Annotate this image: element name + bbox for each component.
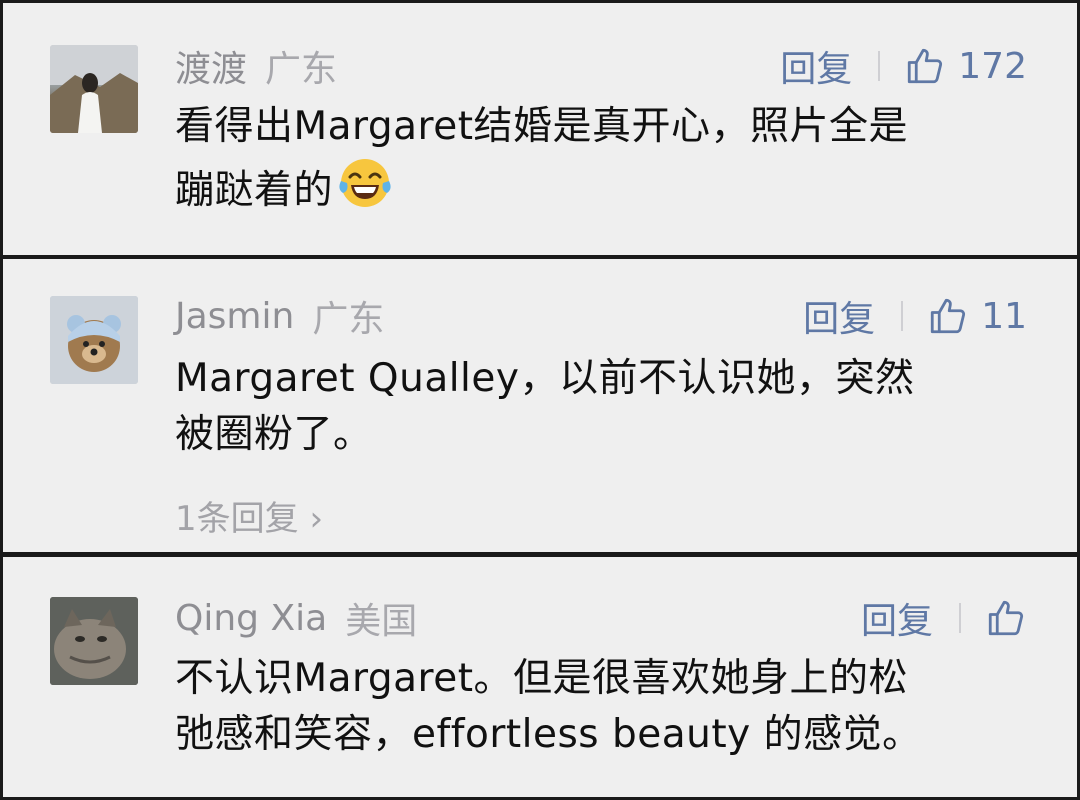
comment-list: 渡渡 广东 回复 172 看得出Margaret结婚是真开心，照片全是 蹦跶着的 xyxy=(0,0,1080,800)
avatar[interactable] xyxy=(50,45,138,133)
comment-text-line: 被圈粉了。 xyxy=(175,412,373,457)
like-button[interactable] xyxy=(985,597,1027,639)
divider xyxy=(959,603,961,633)
comment-text-line: 蹦跶着的 xyxy=(175,155,1035,219)
comment-text-line: 看得出Margaret结婚是真开心，照片全是 xyxy=(175,104,909,149)
like-button[interactable]: 11 xyxy=(927,295,1027,337)
comment-text-line: 不认识Margaret。但是很喜欢她身上的松 xyxy=(175,656,909,701)
reply-button[interactable]: 回复 xyxy=(861,592,933,644)
comment-header: Jasmin 广东 xyxy=(175,291,384,341)
divider xyxy=(878,51,881,81)
divider xyxy=(901,301,904,331)
avatar[interactable] xyxy=(50,597,138,685)
reply-button[interactable]: 回复 xyxy=(780,40,852,92)
comment-item: Qing Xia 美国 回复 不认识Margaret。但是很喜欢她身上的松 弛感… xyxy=(3,557,1077,797)
comment-actions: 回复 11 xyxy=(803,291,1027,341)
comment-text: 看得出Margaret结婚是真开心，照片全是 蹦跶着的 xyxy=(175,99,1035,219)
username[interactable]: Qing Xia xyxy=(175,598,327,639)
location: 广东 xyxy=(312,299,385,340)
avatar[interactable] xyxy=(50,296,138,384)
username[interactable]: Jasmin xyxy=(175,296,294,337)
view-replies-link[interactable]: 1条回复 › xyxy=(175,491,323,540)
comment-actions: 回复 xyxy=(861,593,1027,643)
like-button[interactable]: 172 xyxy=(904,45,1027,87)
location: 广东 xyxy=(265,49,338,90)
username[interactable]: 渡渡 xyxy=(175,40,247,92)
thumbs-up-icon xyxy=(904,45,946,87)
comment-header: Qing Xia 美国 xyxy=(175,593,417,643)
like-count: 11 xyxy=(981,295,1027,337)
thumbs-up-icon xyxy=(985,597,1027,639)
comment-actions: 回复 172 xyxy=(780,41,1027,91)
comment-text: 不认识Margaret。但是很喜欢她身上的松 弛感和笑容，effortless … xyxy=(175,651,1035,763)
comment-text: Margaret Qualley，以前不认识她，突然 被圈粉了。 xyxy=(175,351,1035,463)
comment-text-fragment: 蹦跶着的 xyxy=(175,168,334,213)
comment-text-line: 弛感和笑容，effortless beauty 的感觉。 xyxy=(175,712,922,757)
comment-header: 渡渡 广东 xyxy=(175,41,337,91)
like-count: 172 xyxy=(958,45,1027,87)
comment-item: Jasmin 广东 回复 11 Margaret Qualley，以前不认识她，… xyxy=(3,259,1077,552)
tears-of-joy-emoji xyxy=(337,155,393,211)
comment-text-line: Margaret Qualley，以前不认识她，突然 xyxy=(175,356,915,401)
location: 美国 xyxy=(345,601,418,642)
thumbs-up-icon xyxy=(927,295,969,337)
comment-item: 渡渡 广东 回复 172 看得出Margaret结婚是真开心，照片全是 蹦跶着的 xyxy=(3,3,1077,255)
reply-button[interactable]: 回复 xyxy=(803,290,875,342)
